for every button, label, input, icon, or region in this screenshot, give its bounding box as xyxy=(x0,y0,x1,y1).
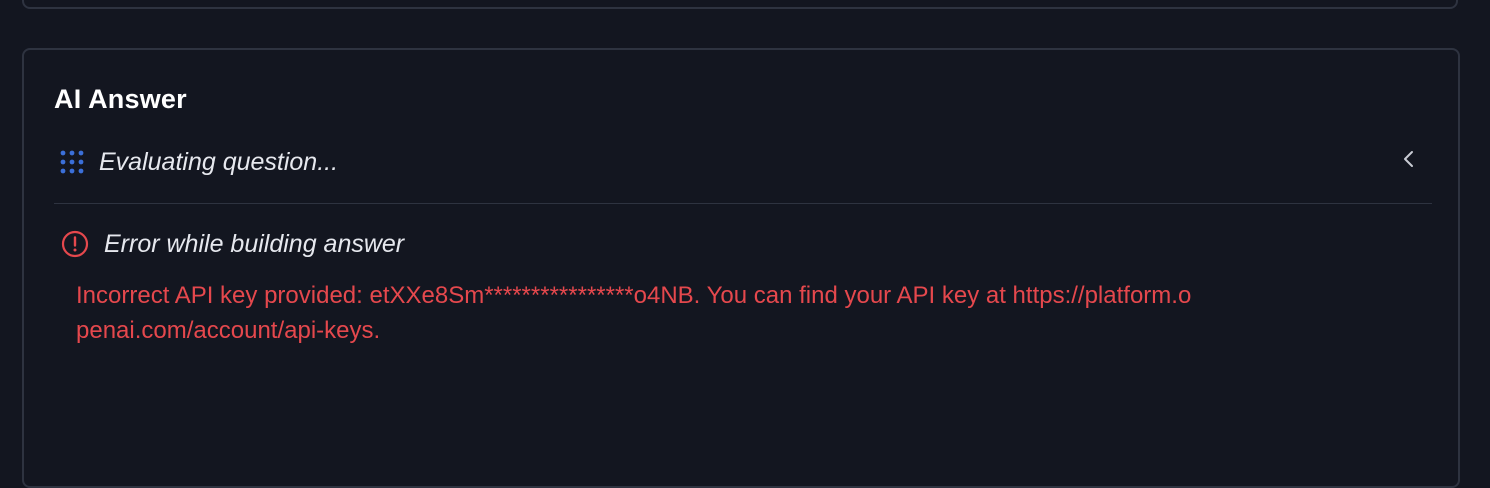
status-row: Evaluating question... xyxy=(54,142,1432,182)
status-text: Evaluating question... xyxy=(99,147,339,176)
card-title: AI Answer xyxy=(54,84,187,114)
ai-answer-card: AI Answer Evaluating question... Error w… xyxy=(22,48,1460,488)
divider xyxy=(54,203,1432,204)
previous-card xyxy=(22,0,1458,9)
error-message: Incorrect API key provided: etXXe8Sm****… xyxy=(76,282,1192,344)
error-header: Error while building answer xyxy=(60,224,404,264)
loading-dots-icon xyxy=(59,149,85,175)
collapse-toggle-button[interactable] xyxy=(1396,148,1422,174)
chevron-left-icon xyxy=(1402,148,1416,175)
error-title: Error while building answer xyxy=(104,229,405,258)
alert-circle-icon xyxy=(60,229,90,259)
